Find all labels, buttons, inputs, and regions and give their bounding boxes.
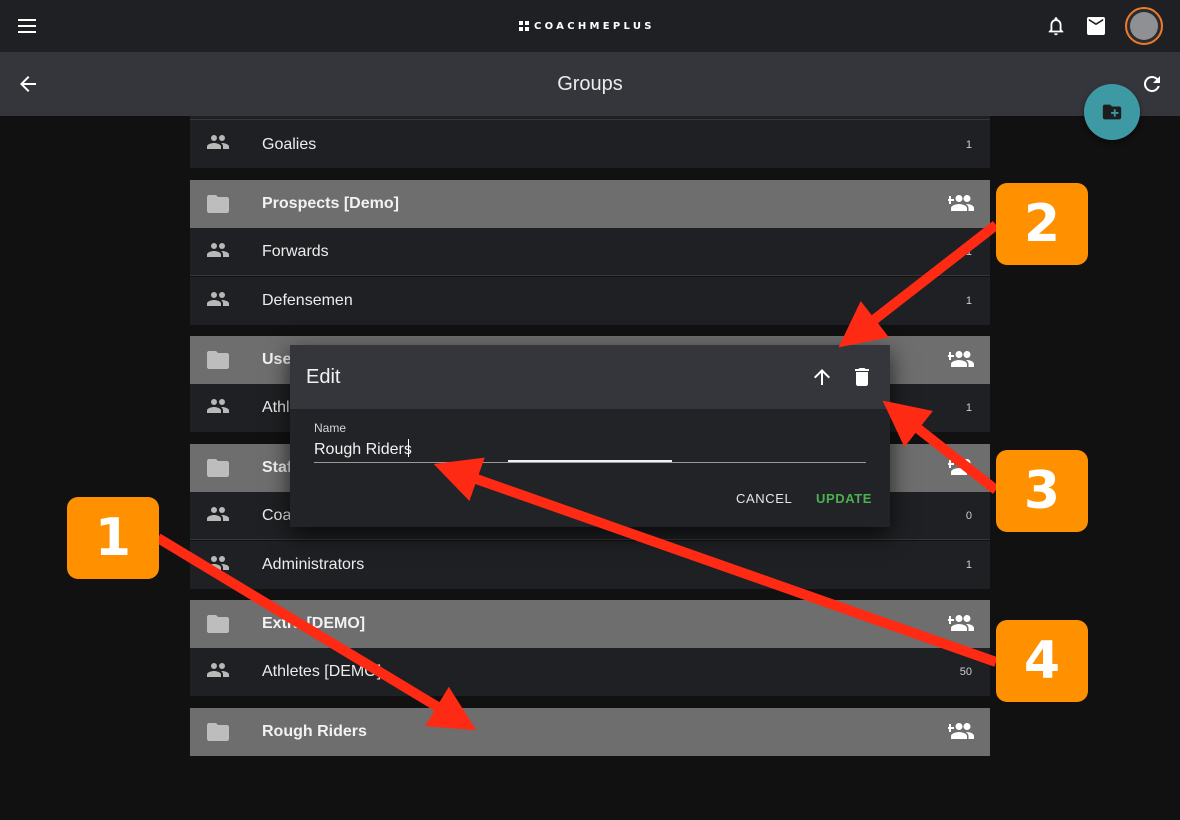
member-count: 0 [965,510,972,522]
annotation-badge-2: 2 [996,183,1088,265]
member-count: 1 [965,559,972,571]
group-label: Athl [262,399,290,416]
brand-text: COACHMEPLUS [534,20,655,32]
trash-icon[interactable] [850,365,874,389]
group-icon [206,506,230,526]
folder-icon [207,723,229,741]
top-app-bar: COACHMEPLUS [0,0,1180,52]
folder-header[interactable]: Extra [DEMO] [190,600,990,648]
group-icon [206,398,230,418]
member-count: 50 [959,666,972,678]
group-add-icon[interactable] [946,456,974,480]
mail-icon[interactable] [1085,17,1107,35]
member-count: 1 [965,402,972,414]
input-focus-underline [508,460,672,462]
brand-logo: COACHMEPLUS [519,18,655,34]
annotation-badge-4: 4 [996,620,1088,702]
group-label: Forwards [262,243,329,260]
folder-label: Extra [DEMO] [262,615,366,632]
page-header: Groups [0,52,1180,116]
group-label: Administrators [262,556,365,573]
folder-icon [207,351,229,369]
group-icon [206,662,230,682]
group-add-icon[interactable] [946,612,974,636]
arrow-up-icon[interactable] [810,365,834,389]
group-label: Goalies [262,136,317,153]
member-count: 1 [965,246,972,258]
page-title: Groups [557,73,623,95]
folder-header[interactable]: Prospects [Demo] [190,180,990,228]
folder-icon [207,459,229,477]
menu-icon[interactable] [16,16,40,36]
folder-label: Prospects [Demo] [262,195,399,212]
group-icon [206,291,230,311]
edit-dialog: Edit Name CANCEL UPDATE [290,345,890,527]
group-add-icon[interactable] [946,348,974,372]
group-icon [206,555,230,575]
cancel-button[interactable]: CANCEL [736,491,792,506]
annotation-badge-1: 1 [67,497,159,579]
dialog-header: Edit [290,345,890,409]
user-avatar[interactable] [1125,7,1163,45]
folder-header[interactable]: Rough Riders [190,708,990,756]
member-count: 1 [965,139,972,151]
refresh-icon[interactable] [1140,72,1164,96]
group-label: Coa [262,507,292,524]
text-caret [408,439,409,457]
create-new-folder-icon [1102,104,1122,120]
group-icon [206,242,230,262]
group-add-icon[interactable] [946,192,974,216]
brand-mark-icon [519,20,530,32]
group-label: Defensemen [262,292,353,309]
folder-label: Use [262,351,292,368]
folder-icon [207,195,229,213]
folder-icon [207,615,229,633]
list-item[interactable]: Athletes [DEMO] 50 [190,648,990,696]
list-item[interactable]: Goalies 1 [190,116,990,168]
annotation-badge-3: 3 [996,450,1088,532]
group-label: Athletes [DEMO] [262,663,382,680]
list-item[interactable]: Administrators 1 [190,541,990,589]
update-button[interactable]: UPDATE [816,491,872,506]
list-item[interactable]: Defensemen 1 [190,277,990,325]
name-field-label: Name [314,421,347,435]
list-item[interactable]: Forwards 1 [190,228,990,276]
group-icon [206,134,230,154]
group-add-icon[interactable] [946,720,974,744]
dialog-title: Edit [306,366,341,388]
add-folder-button[interactable] [1084,84,1140,140]
member-count: 1 [965,295,972,307]
bell-icon[interactable] [1045,15,1067,37]
folder-label: Rough Riders [262,723,367,740]
folder-label: Staf [262,459,293,476]
